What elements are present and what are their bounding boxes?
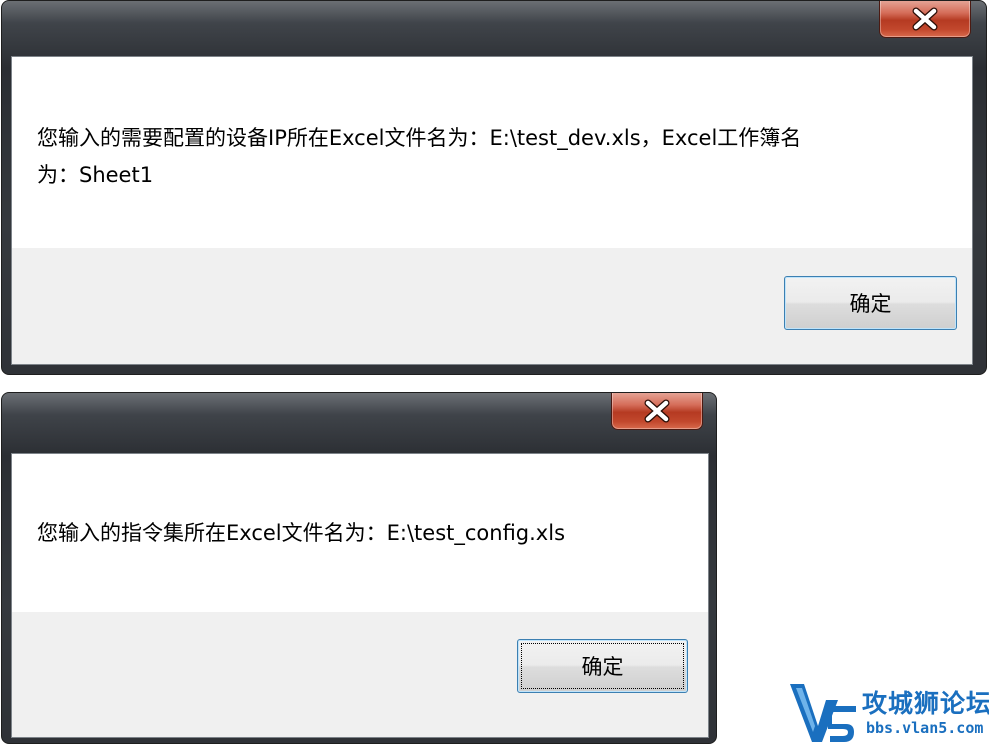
close-button[interactable]: [879, 1, 971, 38]
button-area: 确定: [12, 248, 972, 364]
message-dialog-2: 您输入的指令集所在Excel文件名为：E:\test_config.xls 确定: [1, 392, 717, 744]
watermark-title: 攻城狮论坛: [862, 689, 989, 718]
dialog-client-area: 您输入的指令集所在Excel文件名为：E:\test_config.xls 确定: [11, 453, 709, 738]
watermark-url: bbs.vlan5.com: [866, 719, 984, 737]
close-icon: [644, 399, 670, 422]
message-dialog-1: 您输入的需要配置的设备IP所在Excel文件名为：E:\test_dev.xls…: [1, 0, 987, 375]
close-icon: [912, 7, 938, 30]
v5-logo-icon: [790, 684, 856, 742]
ok-button[interactable]: 确定: [784, 276, 957, 330]
ok-button-label: 确定: [849, 292, 892, 316]
title-bar[interactable]: [2, 1, 986, 23]
ok-button-label: 确定: [581, 655, 624, 679]
message-area: 您输入的指令集所在Excel文件名为：E:\test_config.xls: [12, 454, 708, 612]
ok-button[interactable]: 确定: [517, 639, 688, 693]
watermark: 攻城狮论坛 bbs.vlan5.com: [788, 680, 989, 748]
dialog-client-area: 您输入的需要配置的设备IP所在Excel文件名为：E:\test_dev.xls…: [11, 56, 973, 365]
message-text: 您输入的指令集所在Excel文件名为：E:\test_config.xls: [37, 521, 566, 545]
message-text: 您输入的需要配置的设备IP所在Excel文件名为：E:\test_dev.xls…: [37, 126, 802, 187]
message-area: 您输入的需要配置的设备IP所在Excel文件名为：E:\test_dev.xls…: [12, 57, 972, 248]
button-area: 确定: [12, 612, 708, 737]
close-button[interactable]: [611, 393, 703, 430]
title-bar[interactable]: [2, 393, 716, 415]
